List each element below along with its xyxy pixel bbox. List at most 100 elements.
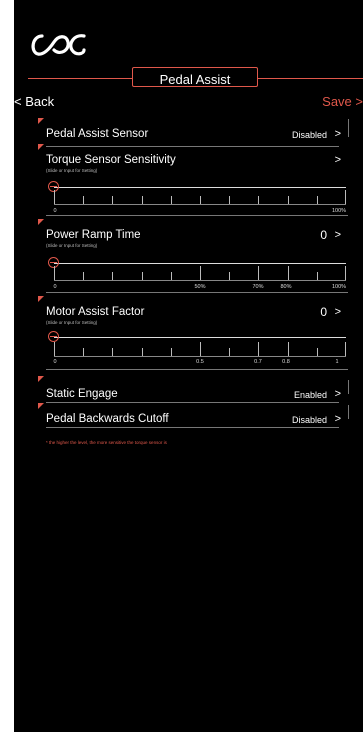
scale-tick: [112, 348, 113, 356]
row-marker: [38, 376, 44, 382]
save-button[interactable]: Save >: [322, 94, 363, 109]
slider-track: [54, 337, 346, 338]
row-marker: [38, 403, 44, 409]
power-ramp-value[interactable]: 0: [320, 228, 327, 242]
slider-track: [54, 263, 346, 264]
slider-track: [54, 187, 346, 188]
chevron-right-icon: >: [334, 154, 341, 166]
row-underline: [46, 292, 348, 293]
scale-tick: [229, 348, 230, 356]
torque-sensitivity-label: Torque Sensor Sensitivity: [46, 154, 176, 166]
chevron-right-icon: >: [334, 229, 341, 241]
scale-label-0-5: 0.5: [196, 359, 204, 365]
torque-sensitivity-row[interactable]: Torque Sensor Sensitivity (Slide or Inpu…: [46, 150, 349, 174]
pedal-backwards-value: Disabled: [291, 415, 327, 425]
row-edge: [348, 119, 349, 137]
torque-scale: [54, 190, 346, 205]
scale-tick: [142, 272, 143, 280]
scale-tick: [54, 342, 55, 356]
scale-tick: [345, 266, 346, 280]
scale-tick: [317, 272, 318, 280]
row-underline: [46, 369, 348, 370]
scale-tick: [142, 348, 143, 356]
header-line-right: [258, 78, 363, 79]
row-marker: [38, 296, 44, 302]
power-ramp-row[interactable]: Power Ramp Time (Slide or Input for Sett…: [46, 225, 349, 249]
scale-tick: [345, 190, 346, 204]
pedal-assist-sensor-value: Disabled: [291, 130, 327, 140]
scale-tick: [317, 348, 318, 356]
chevron-right-icon: >: [334, 388, 341, 400]
scale-tick: [171, 348, 172, 356]
pedal-backwards-row[interactable]: Pedal Backwards Cutoff Disabled >: [46, 405, 349, 433]
pedal-backwards-label: Pedal Backwards Cutoff: [46, 413, 169, 425]
scale-tick: [288, 266, 289, 280]
footnote: * the higher the level, the more sensiti…: [46, 440, 167, 445]
scale-tick: [200, 196, 201, 204]
scale-tick: [54, 266, 55, 280]
scale-label-min: 0: [53, 284, 57, 290]
scale-tick: [112, 272, 113, 280]
row-marker: [38, 144, 44, 150]
static-engage-label: Static Engage: [46, 388, 118, 400]
scale-label-0-8: 0.8: [282, 359, 290, 365]
row-edge: [348, 380, 349, 394]
page-title: Pedal Assist: [132, 67, 258, 87]
scale-tick: [229, 196, 230, 204]
scale-label-min: 0: [53, 359, 57, 365]
header-line-left: [28, 78, 132, 79]
static-engage-row[interactable]: Static Engage Enabled >: [46, 380, 349, 408]
scale-tick: [288, 196, 289, 204]
power-ramp-scale: [54, 266, 346, 281]
chevron-right-icon: >: [334, 128, 341, 140]
scale-tick: [317, 196, 318, 204]
scale-tick: [288, 342, 289, 356]
scale-tick: [83, 348, 84, 356]
scale-tick: [171, 196, 172, 204]
scale-tick: [229, 272, 230, 280]
scale-label-70: 70%: [252, 284, 264, 290]
scale-label-80: 80%: [280, 284, 292, 290]
motor-assist-row[interactable]: Motor Assist Factor (Slide or Input for …: [46, 302, 349, 326]
brand-logo-icon: [31, 34, 86, 56]
scale-tick: [345, 342, 346, 356]
row-underline: [46, 146, 339, 147]
scale-label-max: 100%: [331, 208, 347, 214]
scale-tick: [258, 342, 259, 356]
row-marker: [38, 219, 44, 225]
scale-label-min: 0: [53, 208, 57, 214]
power-ramp-label: Power Ramp Time: [46, 229, 141, 241]
scale-tick: [54, 190, 55, 204]
scale-label-max: 1: [335, 359, 339, 365]
row-marker: [38, 118, 44, 124]
motor-assist-scale: [54, 342, 346, 357]
power-ramp-hint: (Slide or Input for Setting): [46, 243, 98, 248]
slider-knob[interactable]: [48, 331, 59, 342]
scale-tick: [200, 266, 201, 280]
chevron-right-icon: >: [334, 413, 341, 425]
scale-tick: [142, 196, 143, 204]
row-underline: [46, 402, 339, 403]
row-underline: [46, 215, 348, 216]
scale-tick: [258, 196, 259, 204]
scale-label-0-7: 0.7: [254, 359, 262, 365]
scale-tick: [112, 196, 113, 204]
motor-assist-hint: (Slide or Input for Setting): [46, 320, 98, 325]
scale-tick: [258, 266, 259, 280]
torque-sensitivity-hint: (Slide or Input for Setting): [46, 168, 98, 173]
back-button[interactable]: < Back: [14, 94, 54, 109]
chevron-right-icon: >: [334, 306, 341, 318]
static-engage-value: Enabled: [293, 390, 327, 400]
row-underline: [46, 427, 339, 428]
app-screen: Pedal Assist < Back Save > Pedal Assist …: [14, 0, 363, 732]
scale-label-50: 50%: [194, 284, 206, 290]
pedal-assist-sensor-label: Pedal Assist Sensor: [46, 128, 149, 140]
scale-tick: [83, 272, 84, 280]
scale-label-max: 100%: [331, 284, 347, 290]
motor-assist-value[interactable]: 0: [320, 305, 327, 319]
row-edge: [348, 405, 349, 419]
scale-tick: [200, 342, 201, 356]
motor-assist-label: Motor Assist Factor: [46, 306, 145, 318]
scale-tick: [171, 272, 172, 280]
scale-tick: [83, 196, 84, 204]
